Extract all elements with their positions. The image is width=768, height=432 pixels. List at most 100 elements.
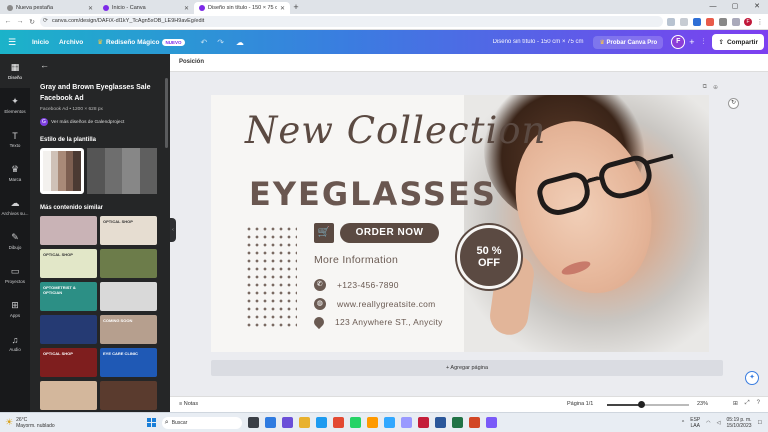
notifications-icon[interactable]: ☐ [758, 420, 762, 426]
add-collaborator-icon[interactable]: + [689, 37, 694, 47]
fullscreen-icon[interactable]: ⤢ [745, 400, 750, 407]
redo-icon[interactable]: ↷ [217, 38, 224, 47]
browser-tab-active[interactable]: Diseño sin título - 150 × 75 cm ✕ [194, 2, 290, 14]
add-page-icon[interactable]: ⊕ [713, 84, 718, 91]
template-thumbnail[interactable]: OPTICAL SHOP [40, 348, 97, 377]
page-indicator[interactable]: Página 1/1 [567, 401, 593, 407]
back-arrow-icon[interactable]: ← [4, 18, 12, 25]
grid-view-icon[interactable]: ⊞ [733, 400, 738, 407]
reload-icon[interactable]: ↻ [28, 18, 36, 26]
illustrator-icon[interactable] [366, 417, 378, 428]
template-thumbnail[interactable] [100, 381, 157, 410]
magic-resize-button[interactable]: ♛ Rediseño Mágico NUEVO [97, 38, 185, 46]
app-icon[interactable] [417, 417, 429, 428]
try-pro-button[interactable]: ♛ Probar Canva Pro [593, 35, 664, 49]
tray-expand-icon[interactable]: ^ [682, 420, 684, 426]
template-thumbnail[interactable] [100, 249, 157, 278]
premiere-icon[interactable] [400, 417, 412, 428]
rail-item-apps[interactable]: ⊞ Apps [0, 292, 30, 326]
cart-icon[interactable]: 🛒 [314, 223, 334, 243]
zoom-slider[interactable] [607, 401, 689, 408]
rail-item-elementos[interactable]: ✦ Elementos [0, 88, 30, 122]
task-view-icon[interactable] [247, 417, 259, 428]
rail-item-proyectos[interactable]: ▭ Proyectos [0, 258, 30, 292]
template-thumbnail[interactable] [40, 381, 97, 410]
share-page-icon[interactable] [667, 17, 675, 26]
volume-icon[interactable]: ◁ [717, 420, 721, 426]
author-link[interactable]: G Ver más diseños de Galendproject [40, 118, 160, 126]
zoom-level[interactable]: 23% [697, 401, 708, 407]
url-input[interactable]: canva.com/design/DAFiX-dl1kY_TcAgn5xOB_L… [40, 16, 663, 27]
duplicate-page-icon[interactable]: ⧉ [703, 84, 707, 91]
palette-swatch[interactable] [87, 148, 157, 194]
order-now-button[interactable]: ORDER NOW [340, 223, 439, 243]
template-thumbnail[interactable] [40, 216, 97, 245]
template-thumbnail[interactable]: OPTOMETRIST & OPTICIAN [40, 282, 97, 311]
minimize-icon[interactable]: — [702, 0, 724, 14]
file-menu-button[interactable]: Archivo [59, 39, 83, 46]
rail-item-archivos-su[interactable]: ☁ Archivos su... [0, 190, 30, 224]
share-button[interactable]: ⇪ Compartir [712, 34, 764, 50]
rail-item-texto[interactable]: T Texto [0, 122, 30, 156]
weather-widget[interactable]: ☀ 26°C Mayorm. nublado [5, 417, 55, 429]
more-information-text[interactable]: More Information [314, 254, 398, 266]
maximize-icon[interactable]: ▢ [724, 0, 746, 14]
insights-icon[interactable]: ⫶ [702, 37, 704, 47]
language-indicator[interactable]: ESP LAA [690, 417, 700, 429]
rail-item-marca[interactable]: ♛ Marca [0, 156, 30, 190]
extension-icon[interactable] [706, 17, 714, 26]
design-canvas[interactable]: New Collection EYEGLASSES 🛒 ORDER NOW Mo… [211, 95, 709, 352]
word-icon[interactable] [434, 417, 446, 428]
browser-tab[interactable]: Nueva pestaña ✕ [2, 2, 98, 14]
close-tab-icon[interactable]: ✕ [184, 5, 189, 12]
sidepanel-icon[interactable] [732, 17, 740, 26]
wifi-icon[interactable]: ◠ [706, 420, 710, 426]
bookmark-icon[interactable] [680, 17, 688, 26]
extension-icon[interactable] [693, 17, 701, 26]
windows-start-icon[interactable] [146, 418, 156, 427]
undo-icon[interactable]: ↶ [201, 38, 208, 47]
document-title[interactable]: Diseño sin título - 150 cm × 75 cm [493, 39, 584, 45]
address-row[interactable]: 123 Anywhere ST., Anycity [311, 314, 443, 330]
template-thumbnail[interactable]: COMING SOON [100, 315, 157, 344]
browser-tab[interactable]: Inicio - Canva ✕ [98, 2, 194, 14]
discount-badge[interactable]: 50 % OFF [457, 225, 521, 289]
whatsapp-icon[interactable] [349, 417, 361, 428]
template-thumbnail[interactable]: EYE CARE CLINIC [100, 348, 157, 377]
hamburger-menu-icon[interactable]: ☰ [8, 37, 22, 48]
template-thumbnail[interactable] [40, 315, 97, 344]
back-arrow-icon[interactable]: ← [40, 60, 160, 70]
magic-assistant-icon[interactable]: ✦ [745, 371, 759, 385]
close-tab-icon[interactable]: ✕ [88, 5, 93, 12]
app-icon[interactable] [485, 417, 497, 428]
powerpoint-icon[interactable] [468, 417, 480, 428]
zoom-slider-knob[interactable] [638, 401, 645, 408]
close-tab-icon[interactable]: ✕ [280, 5, 285, 12]
template-thumbnail[interactable] [100, 282, 157, 311]
dot-pattern[interactable] [245, 225, 297, 329]
headline-eyeglasses[interactable]: EYEGLASSES [249, 175, 497, 213]
close-window-icon[interactable]: ✕ [746, 0, 768, 14]
rail-item-audio[interactable]: ♫ Audio [0, 326, 30, 360]
panel-scrollbar[interactable] [165, 78, 168, 148]
excel-icon[interactable] [451, 417, 463, 428]
widget-app-icon[interactable] [264, 417, 276, 428]
rail-item-dibujo[interactable]: ✎ Dibujo [0, 224, 30, 258]
phone-row[interactable]: ✆ +123-456-7890 [314, 279, 399, 291]
browser-menu-icon[interactable]: ⋮ [756, 18, 764, 26]
palette-swatch-selected[interactable] [40, 148, 84, 194]
add-page-button[interactable]: + Agregar página [211, 360, 723, 376]
new-tab-button[interactable]: + [290, 2, 302, 14]
help-icon[interactable]: ? [757, 400, 760, 407]
app-icon[interactable] [281, 417, 293, 428]
file-explorer-icon[interactable] [298, 417, 310, 428]
headline-script[interactable]: New Collection [245, 109, 546, 152]
template-thumbnail[interactable]: OPTICAL SHOP [100, 216, 157, 245]
photoshop-icon[interactable] [383, 417, 395, 428]
position-button[interactable]: Posición [179, 59, 204, 65]
notes-button[interactable]: ≡ Notas [179, 401, 198, 407]
forward-arrow-icon[interactable]: → [16, 18, 24, 25]
user-avatar[interactable]: F [671, 35, 686, 49]
taskbar-search[interactable]: Buscar [161, 416, 242, 429]
cloud-save-icon[interactable]: ☁ [236, 38, 244, 47]
